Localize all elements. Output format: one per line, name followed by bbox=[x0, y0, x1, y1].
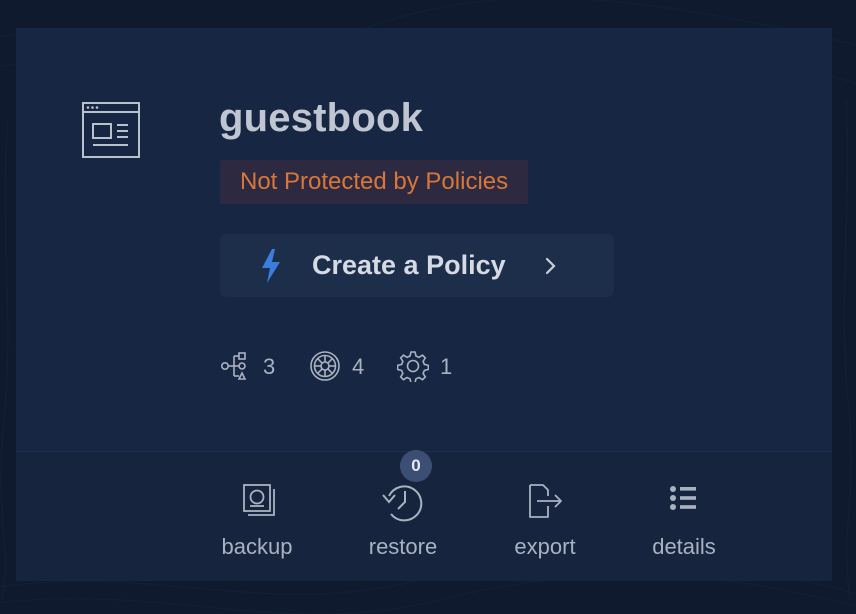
application-window-icon bbox=[82, 102, 140, 158]
create-policy-label: Create a Policy bbox=[312, 250, 506, 280]
chevron-right-icon bbox=[545, 257, 556, 275]
export-label: export bbox=[514, 534, 576, 559]
gear-icon bbox=[397, 351, 429, 382]
backup-icon bbox=[243, 484, 275, 516]
restore-label: restore bbox=[368, 534, 438, 559]
backup-button[interactable]: backup bbox=[202, 482, 312, 562]
details-label: details bbox=[652, 534, 716, 559]
restore-button[interactable]: restore bbox=[348, 482, 458, 562]
card-body: guestbook Not Protected by Policies Crea… bbox=[16, 28, 832, 451]
create-policy-button[interactable]: Create a Policy bbox=[220, 234, 614, 297]
app-title: guestbook bbox=[219, 96, 424, 140]
restore-history-icon bbox=[382, 485, 423, 522]
helm-wheel-icon bbox=[310, 351, 340, 381]
restore-count-badge: 0 bbox=[400, 450, 432, 482]
lightning-bolt-icon bbox=[262, 249, 280, 283]
export-button[interactable]: export bbox=[490, 482, 600, 562]
protection-status-badge: Not Protected by Policies bbox=[220, 160, 529, 204]
topology-icon bbox=[221, 352, 247, 380]
stat-topology-count: 3 bbox=[263, 354, 276, 379]
list-icon bbox=[670, 486, 696, 510]
export-icon bbox=[529, 484, 562, 518]
stat-helm-count: 4 bbox=[352, 354, 365, 379]
application-card: guestbook Not Protected by Policies Crea… bbox=[16, 28, 832, 581]
stat-config-count: 1 bbox=[440, 354, 453, 379]
backup-label: backup bbox=[221, 534, 293, 559]
details-button[interactable]: details bbox=[629, 482, 739, 562]
